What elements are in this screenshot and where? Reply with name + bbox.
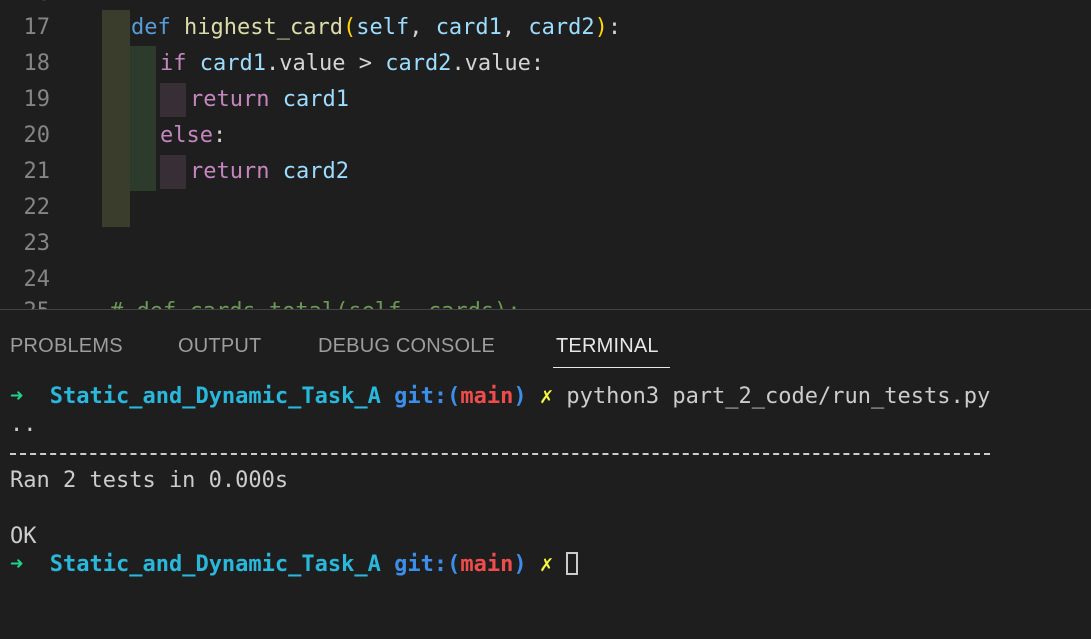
code-line-partial-bottom: 25 # def cards_total(self, cards):	[0, 298, 1091, 310]
terminal-output-dots: ..	[10, 412, 37, 437]
tab-problems[interactable]: PROBLEMS	[10, 334, 123, 358]
code-text: return card1	[190, 88, 349, 112]
code-line: 22	[0, 190, 1091, 226]
terminal-command: python3 part_2_code/run_tests.py	[566, 384, 991, 409]
comment-text: # def cards_total(self, cards):	[110, 300, 521, 310]
bottom-panel: PROBLEMS OUTPUT DEBUG CONSOLE TERMINAL ➜…	[0, 310, 1091, 639]
prompt-arrow: ➜	[10, 384, 24, 409]
line-number: 22	[23, 195, 51, 220]
comma: ,	[501, 15, 529, 40]
prompt-directory: Static_and_Dynamic_Task_A	[49, 384, 381, 409]
prompt-directory: Static_and_Dynamic_Task_A	[49, 552, 381, 577]
code-line: 21 return card2	[0, 154, 1091, 190]
paren-open: (	[342, 15, 357, 40]
function-name: highest_card	[184, 15, 343, 40]
active-tab-indicator	[553, 367, 670, 368]
git-label-close: )	[513, 384, 527, 409]
git-branch: main	[460, 384, 514, 409]
param-card2: card2	[528, 15, 595, 40]
param-card1: card1	[435, 15, 502, 40]
terminal-ran-tests: Ran 2 tests in 0.000s	[10, 468, 289, 493]
code-editor[interactable]: 16 17 def highest_card(self, card1, card…	[0, 0, 1091, 309]
terminal-separator	[10, 453, 990, 455]
line-number: 18	[23, 51, 51, 76]
dirty-mark: ✗	[539, 552, 554, 577]
keyword-if: if	[160, 51, 187, 76]
line-number: 21	[23, 159, 51, 184]
tab-output[interactable]: OUTPUT	[178, 334, 261, 358]
git-label-close: )	[513, 552, 527, 577]
terminal-prompt-line[interactable]: ➜ Static_and_Dynamic_Task_A git:(main) ✗	[10, 552, 579, 578]
prompt-arrow: ➜	[10, 552, 24, 577]
keyword-return: return	[190, 87, 270, 112]
code-line: 23	[0, 226, 1091, 262]
tab-debug-console[interactable]: DEBUG CONSOLE	[318, 334, 495, 358]
code-fragment: .value >	[265, 51, 386, 76]
line-number: 23	[23, 231, 51, 256]
param-self: self	[356, 15, 410, 40]
var-card1: card1	[282, 87, 349, 112]
line-number: 20	[23, 123, 51, 148]
git-label: git:(	[394, 384, 461, 409]
code-line: 18 if card1.value > card2.value:	[0, 46, 1091, 82]
git-branch: main	[460, 552, 514, 577]
var-card2: card2	[282, 159, 349, 184]
git-label: git:(	[394, 552, 461, 577]
var-card2: card2	[385, 51, 452, 76]
dirty-mark: ✗	[539, 384, 554, 409]
code-text: return card2	[190, 160, 349, 184]
colon: :	[212, 123, 227, 148]
paren-close: )	[594, 15, 608, 40]
keyword-else: else	[160, 123, 213, 148]
code-line-partial-top: 16	[0, 0, 1091, 8]
code-line: 20 else:	[0, 118, 1091, 154]
colon: :	[607, 15, 622, 40]
line-number: 25	[0, 300, 51, 310]
keyword-def: def	[131, 15, 171, 40]
line-number: 19	[23, 87, 51, 112]
code-line: 19 return card1	[0, 82, 1091, 118]
code-text: if card1.value > card2.value:	[160, 52, 544, 76]
code-fragment: .value:	[451, 51, 545, 76]
terminal-prompt-line[interactable]: ➜ Static_and_Dynamic_Task_A git:(main) ✗…	[10, 384, 990, 410]
line-number: 17	[23, 15, 51, 40]
line-number: 16	[0, 0, 51, 6]
line-number: 24	[23, 267, 51, 292]
tab-terminal[interactable]: TERMINAL	[556, 334, 659, 358]
code-text: def highest_card(self, card1, card2):	[131, 16, 621, 40]
comma: ,	[409, 15, 436, 40]
terminal-ok: OK	[10, 524, 37, 549]
code-text: else:	[160, 124, 226, 148]
var-card1: card1	[199, 51, 266, 76]
code-line: 24	[0, 262, 1091, 298]
code-line: 17 def highest_card(self, card1, card2):	[0, 10, 1091, 46]
terminal-cursor[interactable]	[566, 552, 579, 575]
keyword-return: return	[190, 159, 270, 184]
